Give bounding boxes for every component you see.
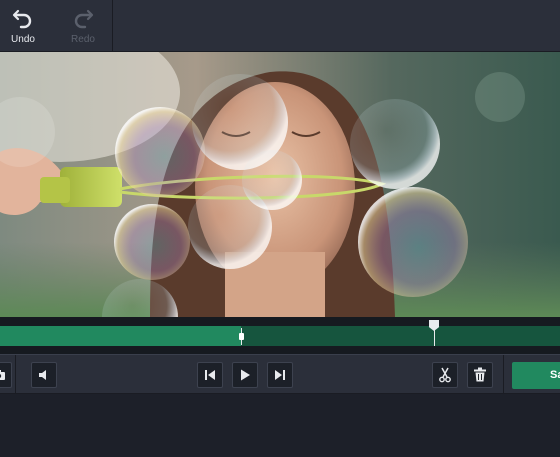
redo-arrow-icon (74, 9, 94, 29)
scissors-icon (439, 367, 451, 383)
undo-button[interactable]: Undo (0, 0, 51, 52)
skip-forward-button[interactable] (267, 362, 293, 388)
controls-divider (15, 355, 16, 395)
timeline-trim-region[interactable] (0, 326, 241, 346)
cut-button[interactable] (432, 362, 458, 388)
skip-forward-icon (275, 370, 285, 380)
top-toolbar: Undo Redo (0, 0, 560, 52)
playback-controls-bar: Sa (0, 354, 560, 395)
delete-button[interactable] (467, 362, 493, 388)
redo-button[interactable]: Redo (55, 0, 111, 52)
save-button[interactable]: Sa (512, 362, 560, 389)
camera-icon (0, 370, 5, 380)
trim-marker-knob[interactable] (239, 333, 244, 340)
video-editor-window: Undo Redo S (0, 0, 560, 457)
redo-label: Redo (71, 34, 95, 45)
toolbar-divider (112, 0, 113, 52)
timeline-track[interactable] (0, 317, 560, 354)
trim-marker-handle[interactable] (239, 328, 244, 345)
empty-panel (0, 394, 560, 457)
play-icon (241, 369, 250, 381)
volume-button[interactable] (31, 362, 57, 388)
playhead-handle[interactable] (429, 320, 439, 346)
undo-label: Undo (11, 34, 35, 45)
controls-divider (503, 355, 504, 395)
undo-arrow-icon (12, 9, 32, 29)
video-preview[interactable] (0, 52, 560, 317)
playhead-line (434, 330, 435, 346)
video-frame-image (0, 52, 560, 317)
snapshot-button[interactable] (0, 362, 12, 388)
trash-icon (474, 367, 486, 382)
play-button[interactable] (232, 362, 258, 388)
skip-back-button[interactable] (197, 362, 223, 388)
skip-back-icon (205, 370, 215, 380)
speaker-icon (39, 370, 46, 380)
